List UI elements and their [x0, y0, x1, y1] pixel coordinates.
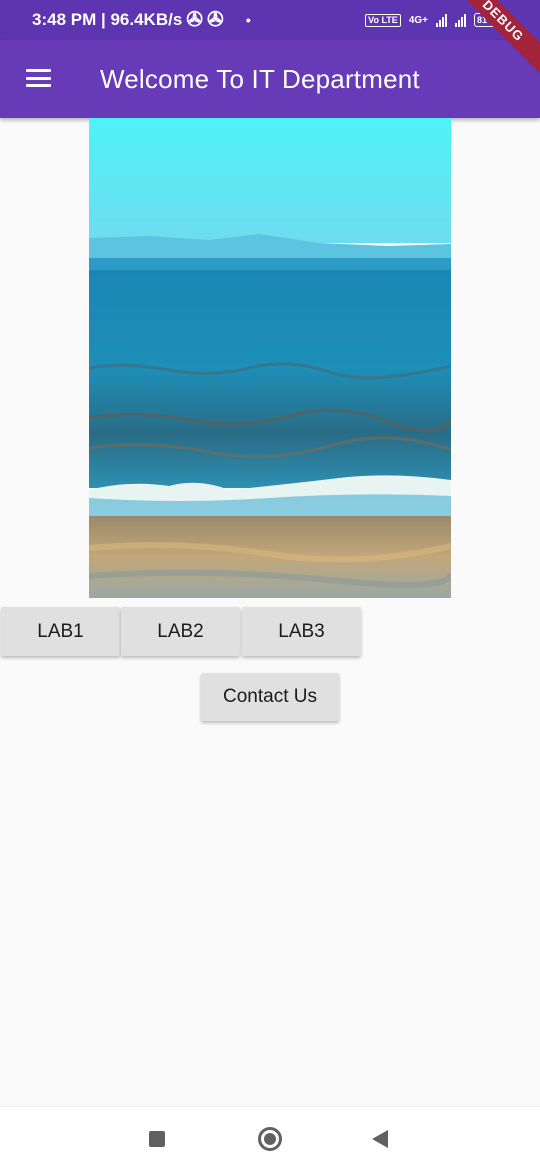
- fan-icon: ✇: [186, 9, 204, 31]
- network-type-label: 4G+: [408, 14, 428, 26]
- lab2-button[interactable]: LAB2: [121, 607, 240, 656]
- beach-ocean-image: [89, 118, 451, 598]
- home-circle-icon[interactable]: [258, 1127, 282, 1151]
- lab3-button[interactable]: LAB3: [242, 607, 361, 656]
- volte-icon: Vo LTE: [365, 13, 401, 27]
- notification-dot: •: [245, 12, 251, 28]
- status-left: 3:48 PM | 96.4KB/s ✇ ✇ •: [32, 0, 251, 40]
- signal-icon-2: [455, 13, 466, 27]
- lab1-button[interactable]: LAB1: [1, 607, 120, 656]
- system-nav-bar: [0, 1106, 540, 1171]
- recents-square-icon[interactable]: [149, 1131, 165, 1147]
- page-title: Welcome To IT Department: [100, 64, 420, 94]
- fan-icon-2: ✇: [207, 9, 224, 31]
- contact-us-button[interactable]: Contact Us: [201, 673, 339, 721]
- status-time-speed: 3:48 PM | 96.4KB/s: [32, 10, 183, 29]
- status-bar: 3:48 PM | 96.4KB/s ✇ ✇ • Vo LTE 4G+ 81: [0, 0, 540, 40]
- back-triangle-icon[interactable]: [372, 1130, 388, 1148]
- hamburger-menu-icon[interactable]: [26, 69, 51, 87]
- app-bar: Welcome To IT Department: [0, 40, 540, 118]
- signal-icon: [436, 13, 447, 27]
